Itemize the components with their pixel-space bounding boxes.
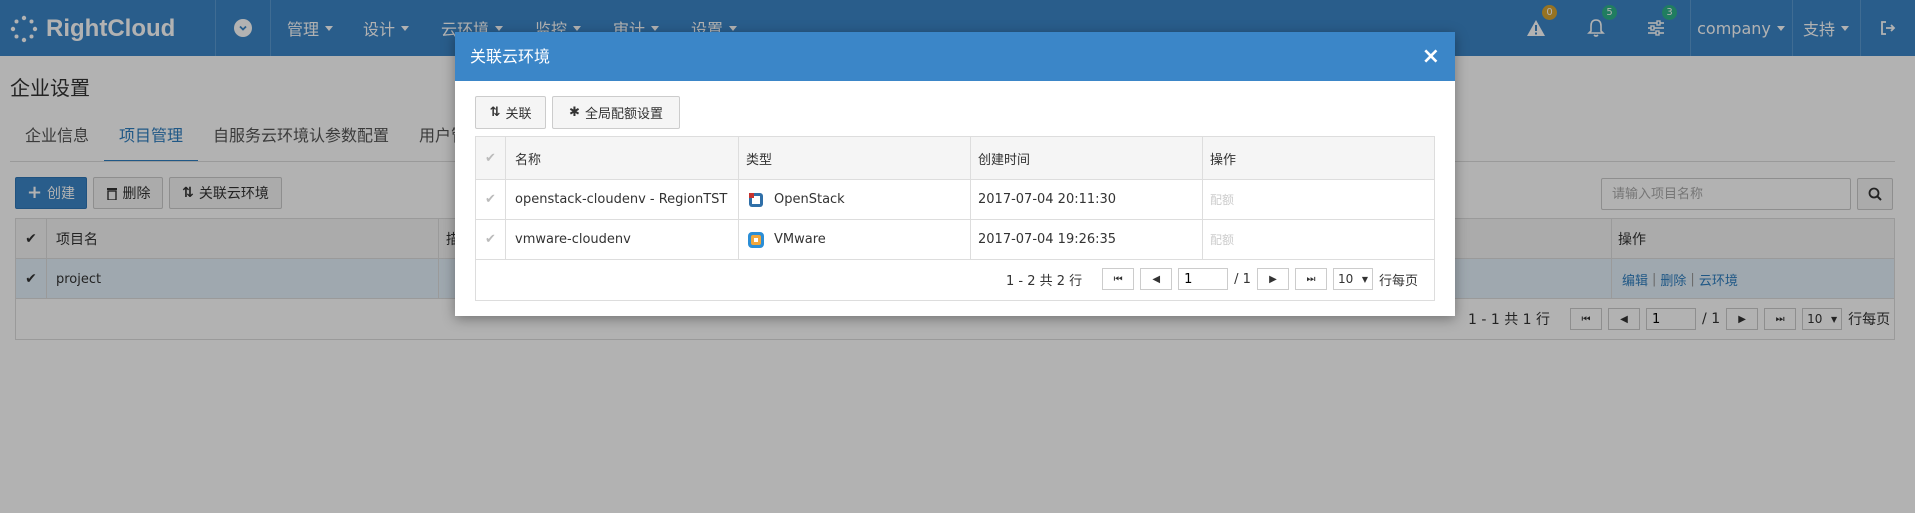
openstack-icon — [749, 192, 763, 207]
dialog-pagination: 1 - 2 共 2 行 ⏮ ◀ / 1 ▶ ⏭ 10 ▼ 行每页 — [1006, 268, 1418, 290]
column-divider — [738, 137, 739, 260]
global-quota-button[interactable]: ✱ 全局配额设置 — [552, 96, 680, 129]
env-type-cell: OpenStack — [746, 180, 845, 219]
quota-link-disabled: 配额 — [1210, 193, 1235, 207]
first-page-button[interactable]: ⏮ — [1102, 268, 1135, 290]
column-operations: 操作 — [1210, 152, 1237, 168]
cloud-env-table: ✔ 名称 类型 创建时间 操作 ✔ openstack-cloudenv - R… — [475, 136, 1435, 301]
link-cloud-env-dialog: 关联云环境 × ⇅ 关联 ✱ 全局配额设置 ✔ 名称 类型 创建时间 操作 ✔ … — [455, 32, 1455, 316]
per-page-label: 行每页 — [1378, 273, 1418, 289]
env-created-cell: 2017-07-04 19:26:35 — [978, 232, 1117, 247]
page-number-input[interactable] — [1178, 268, 1229, 290]
page-size-value: 10 — [1337, 272, 1354, 286]
env-name-cell: vmware-cloudenv — [515, 232, 631, 247]
row-checkbox[interactable]: ✔ — [476, 220, 505, 259]
select-all-checkbox[interactable]: ✔ — [476, 137, 505, 179]
dropdown-arrow-icon: ▼ — [1361, 274, 1368, 284]
close-icon[interactable]: × — [1422, 32, 1440, 81]
dialog-title: 关联云环境 — [470, 47, 551, 66]
page-total: / 1 — [1234, 271, 1251, 287]
column-name[interactable]: 名称 — [515, 137, 541, 179]
next-page-button[interactable]: ▶ — [1256, 268, 1289, 290]
check-icon: ✔ — [485, 150, 496, 166]
vmware-icon — [748, 231, 764, 248]
page-size-select[interactable]: 10 ▼ — [1332, 268, 1373, 290]
last-page-button[interactable]: ⏭ — [1294, 268, 1327, 290]
link-label: 关联 — [505, 107, 532, 122]
quota-link-disabled: 配额 — [1210, 233, 1235, 247]
next-page-icon: ▶ — [1269, 273, 1277, 285]
sort-arrows-icon: ⇅ — [489, 105, 501, 120]
asterisk-icon: ✱ — [569, 105, 580, 120]
dialog-header: 关联云环境 × — [455, 32, 1455, 81]
prev-page-icon: ◀ — [1152, 273, 1161, 285]
env-type-label: OpenStack — [774, 192, 845, 207]
quota-label: 全局配额设置 — [584, 107, 663, 122]
row-checkbox[interactable]: ✔ — [476, 180, 505, 219]
pagination-summary: 1 - 2 共 2 行 — [1006, 273, 1083, 289]
env-name-cell: openstack-cloudenv - RegionTST — [515, 192, 728, 207]
table-row[interactable]: ✔ openstack-cloudenv - RegionTST OpenSta… — [476, 180, 1434, 220]
prev-page-button[interactable]: ◀ — [1140, 268, 1173, 290]
table-row[interactable]: ✔ vmware-cloudenv VMware 2017-07-04 19:2… — [476, 220, 1434, 260]
check-icon: ✔ — [485, 192, 496, 207]
column-divider — [970, 137, 971, 260]
first-page-icon: ⏮ — [1113, 273, 1123, 285]
env-type-cell: VMware — [746, 220, 826, 259]
check-icon: ✔ — [485, 232, 496, 247]
column-created-time[interactable]: 创建时间 — [978, 137, 1030, 179]
column-type[interactable]: 类型 — [746, 137, 772, 179]
column-divider — [1202, 137, 1203, 260]
last-page-icon: ⏭ — [1306, 273, 1316, 285]
column-divider — [505, 137, 506, 260]
link-button[interactable]: ⇅ 关联 — [475, 96, 546, 129]
env-created-cell: 2017-07-04 20:11:30 — [978, 192, 1117, 207]
env-type-label: VMware — [774, 232, 826, 247]
table-header: ✔ 名称 类型 创建时间 操作 — [476, 137, 1434, 180]
